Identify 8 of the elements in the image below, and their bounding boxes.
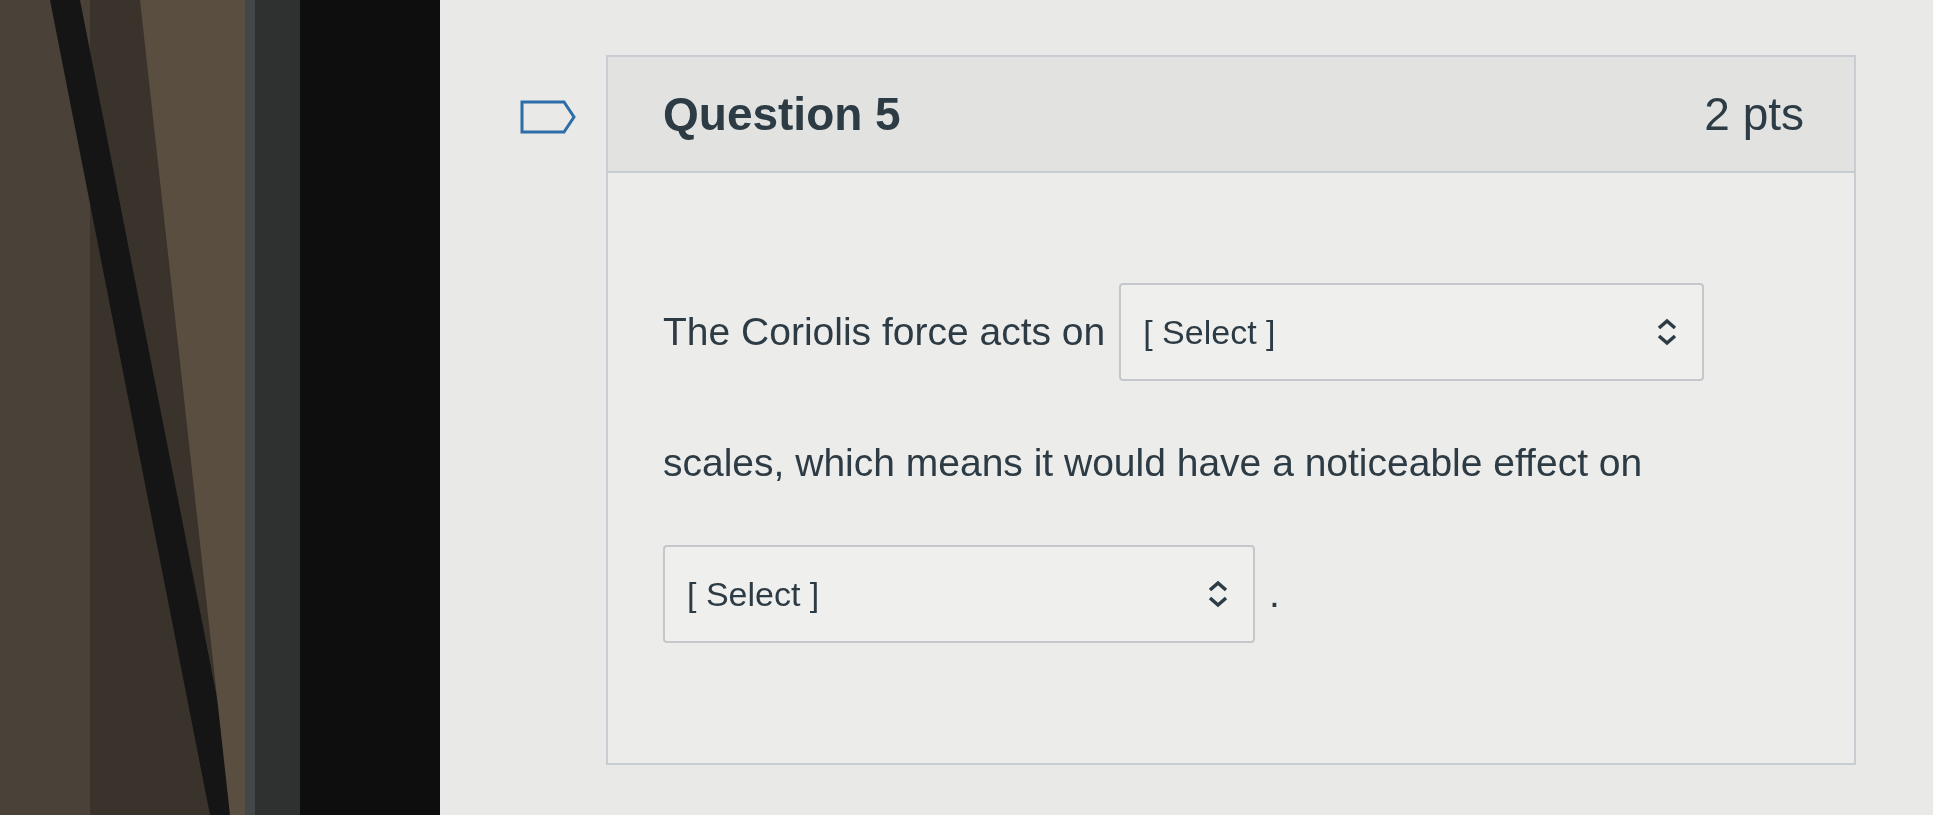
flag-icon[interactable] <box>520 100 576 134</box>
points-label: 2 pts <box>1704 87 1804 141</box>
question-text: . <box>1269 572 1280 616</box>
answer-dropdown[interactable]: [ Select ] <box>1119 283 1705 381</box>
question-title: Question 5 <box>663 87 901 141</box>
question-text: The Coriolis force acts on <box>663 310 1106 354</box>
answer-dropdown[interactable]: [ Select ] <box>663 545 1255 643</box>
question-text: scales, which means it would have a noticeable effect on <box>663 441 1643 485</box>
